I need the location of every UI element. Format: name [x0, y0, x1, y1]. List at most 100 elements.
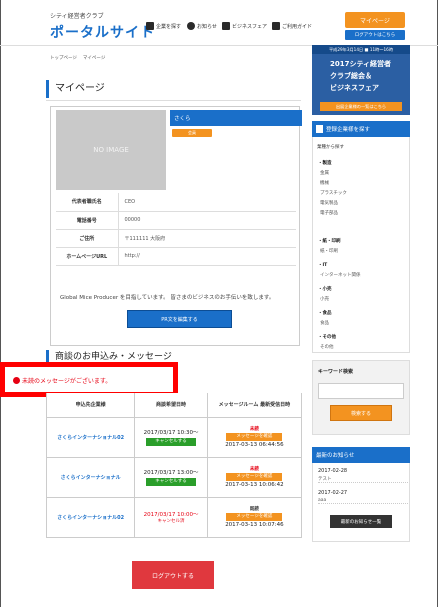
category-item[interactable]: その他 — [320, 344, 336, 350]
view-message-button[interactable]: メッセージを確認 — [226, 513, 283, 521]
event-banner[interactable]: 平成29年3月14日 ■ 11時〜16時 2017シティ経営者 クラブ総会＆ ビ… — [312, 45, 410, 115]
news-header: 最新のお知らせ — [312, 447, 410, 463]
category-heading[interactable]: ・IT — [318, 262, 361, 268]
meeting-datetime: 2017/03/17 10:00〜 — [143, 512, 199, 518]
banner-line: 2017シティ経営者 — [330, 60, 392, 68]
category-item[interactable]: 紙・印刷 — [320, 248, 341, 254]
category-heading[interactable]: ・食品 — [318, 310, 332, 316]
table-header-row: 申込先企業様 商談希望日時 メッセージルーム 最新受信日時 — [45, 393, 303, 418]
category-heading[interactable]: ・製造 — [318, 160, 347, 166]
category-heading[interactable]: ・その他 — [318, 334, 336, 340]
cancel-button[interactable]: キャンセルする — [146, 478, 197, 486]
column-header: メッセージルーム 最新受信日時 — [206, 393, 303, 418]
breadcrumb-current: マイページ — [82, 56, 106, 61]
nav-business-fair[interactable]: ビジネスフェア — [222, 20, 267, 32]
row-label: ご住所 — [56, 229, 119, 248]
nav-news[interactable]: お知らせ — [187, 20, 217, 32]
received-datetime: 2017-03-13 10:07:46 — [225, 522, 284, 528]
category-item[interactable]: 食品 — [320, 320, 332, 326]
received-datetime: 2017-03-13 06:44:56 — [225, 442, 284, 448]
nav-guide[interactable]: ご利用ガイド — [272, 20, 312, 32]
book-icon — [272, 22, 280, 30]
mypage-button[interactable]: マイページ — [345, 12, 405, 28]
category-heading[interactable]: ・小売 — [318, 286, 332, 292]
logout-button[interactable]: ログアウトする — [132, 561, 214, 589]
keyword-search-button[interactable]: 検索する — [330, 405, 392, 421]
category-item[interactable]: 小売 — [320, 296, 332, 302]
category-item[interactable]: プラスチック — [320, 190, 347, 196]
site-header: シティ経営者クラブ ポータルサイト 企業を探す お知らせ ビジネスフェア ご利用… — [0, 0, 438, 46]
category-item[interactable]: 電子部品 — [320, 210, 347, 216]
category-item[interactable]: 機械 — [320, 180, 347, 186]
row-value[interactable]: http:// — [118, 247, 296, 266]
row-value: CEO — [118, 193, 296, 212]
meeting-datetime: 2017/03/17 13:00〜 — [143, 470, 199, 476]
news-list-button[interactable]: 最新のお知らせ一覧 — [330, 515, 392, 528]
category-heading[interactable]: ・紙・印刷 — [318, 238, 341, 244]
news-text: aaa — [318, 498, 327, 503]
brand-title[interactable]: ポータルサイト — [50, 22, 155, 42]
brand-subtitle: シティ経営者クラブ — [50, 13, 104, 20]
company-name: さくら — [170, 110, 302, 126]
table-row: さくらインターナショナル 2017/03/17 13:00〜 キャンセルする 未読… — [45, 456, 303, 498]
category-item[interactable]: インターネット関係 — [320, 272, 361, 278]
status-badge: 未読 — [249, 427, 259, 432]
cancel-button[interactable]: キャンセルする — [146, 438, 197, 446]
news-item[interactable]: 2017-02-28 テスト — [318, 468, 408, 483]
nav-search-companies[interactable]: 企業を探す — [146, 20, 181, 32]
category-group: ・IT インターネット関係 — [318, 262, 361, 278]
news-date: 2017-02-27 — [318, 490, 348, 496]
search-by-industry-label: 業種から探す — [317, 145, 344, 150]
page-title: マイページ — [46, 80, 301, 98]
keyword-input[interactable] — [318, 383, 404, 399]
category-group: ・その他 その他 — [318, 334, 336, 350]
row-value: 00000 — [118, 211, 296, 230]
partner-link[interactable]: さくらインターナショナル02 — [57, 515, 124, 521]
building-icon — [146, 22, 154, 30]
company-image-placeholder: NO IMAGE — [56, 110, 166, 190]
column-header: 商談希望日時 — [134, 393, 208, 418]
view-message-button[interactable]: メッセージを確認 — [226, 433, 283, 441]
company-search-header: 登録企業様を探す — [312, 121, 410, 137]
status-badge: 既読 — [249, 507, 259, 512]
alert-icon — [13, 377, 20, 384]
table-row: ホームページURL http:// — [56, 247, 296, 266]
partner-link[interactable]: さくらインターナショナル — [61, 475, 121, 481]
table-row: 電話番号 00000 — [56, 211, 296, 230]
news-item[interactable]: 2017-02-27 aaa — [318, 490, 408, 504]
category-group: ・食品 食品 — [318, 310, 332, 326]
category-item[interactable]: 電気製品 — [320, 200, 347, 206]
category-group: ・製造 金属 機械 プラスチック 電気製品 電子部品 — [318, 160, 347, 216]
breadcrumb-home[interactable]: トップページ — [50, 55, 77, 61]
partner-link[interactable]: さくらインターナショナル02 — [57, 435, 124, 441]
unread-alert: 未読のメッセージがございます。 — [13, 376, 111, 385]
category-item[interactable]: 金属 — [320, 170, 347, 176]
member-badge: 会員 — [172, 129, 212, 137]
news-text: テスト — [318, 477, 332, 482]
banner-line: クラブ総会＆ — [330, 72, 372, 80]
edit-pr-button[interactable]: PR文を編集する — [127, 310, 232, 328]
company-info-table: 代表者職氏名 CEO 電話番号 00000 ご住所 〒111111 大阪府 ホームペー… — [56, 193, 296, 266]
logout-link-button[interactable]: ログアウトはこちら — [345, 30, 405, 40]
building-icon — [316, 125, 323, 133]
cancelled-label: キャンセル済 — [157, 519, 185, 524]
banner-date: 平成29年3月14日 ■ 11時〜16時 — [312, 45, 410, 54]
status-badge: 未読 — [249, 467, 259, 472]
category-group: ・紙・印刷 紙・印刷 — [318, 238, 341, 254]
row-value: 〒111111 大阪府 — [118, 229, 296, 248]
divider — [46, 100, 301, 101]
breadcrumb: トップページ マイページ — [50, 55, 105, 61]
company-description: Global Mice Producer を目指しています。 皆さまのビジネスの… — [60, 295, 275, 301]
messages-table: 申込先企業様 商談希望日時 メッセージルーム 最新受信日時 さくらインターナショ… — [45, 393, 303, 538]
received-datetime: 2017-03-13 10:06:42 — [225, 482, 284, 488]
info-icon — [187, 22, 195, 30]
exhibitor-list-button[interactable]: 出展企業様の一覧はこちら — [320, 102, 402, 111]
meeting-datetime: 2017/03/17 10:30〜 — [143, 430, 199, 436]
category-group: ・小売 小売 — [318, 286, 332, 302]
row-label: 電話番号 — [56, 211, 119, 230]
unread-alert-highlight: 未読のメッセージがございます。 — [0, 362, 178, 397]
table-row: さくらインターナショナル02 2017/03/17 10:30〜 キャンセルする … — [45, 416, 303, 458]
row-label: 代表者職氏名 — [56, 193, 119, 212]
table-row: ご住所 〒111111 大阪府 — [56, 229, 296, 248]
view-message-button[interactable]: メッセージを確認 — [226, 473, 283, 481]
